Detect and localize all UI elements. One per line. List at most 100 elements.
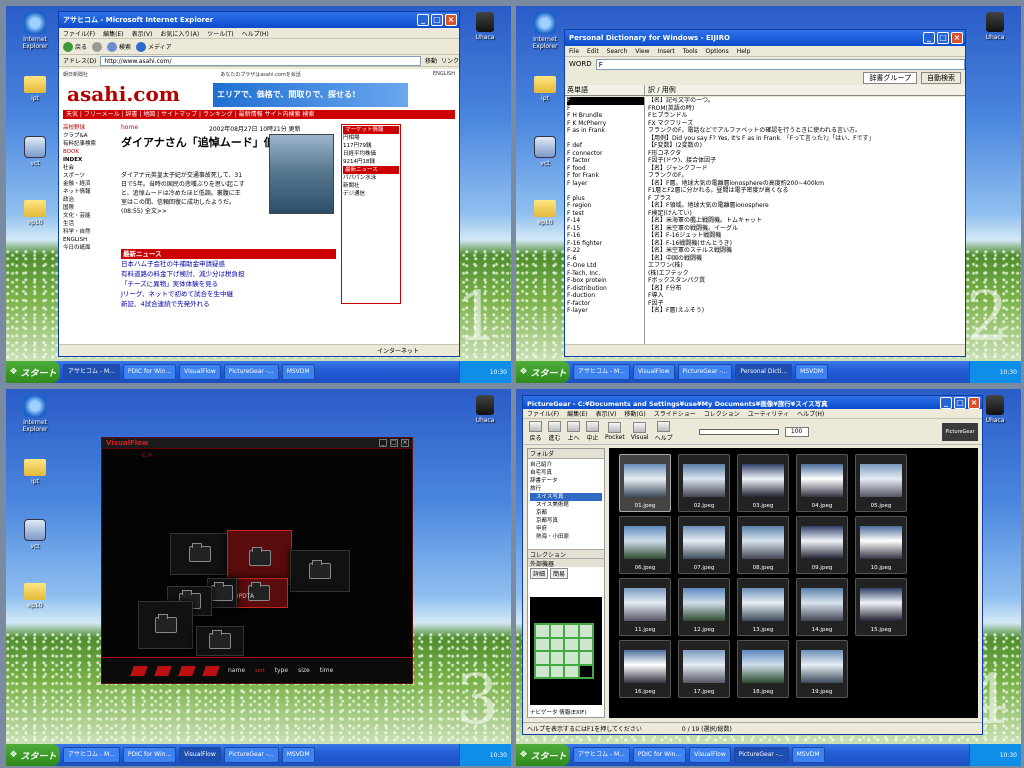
desktop-icon-ep10[interactable]: ep10 [12,200,58,260]
folder-item[interactable]: 自宅写真 [530,469,602,477]
headword-entry[interactable]: F plus [567,195,644,203]
left-link[interactable]: 高校野球 [63,124,115,132]
desktop-icon-ie[interactable]: Internet Explorer [12,395,58,455]
grid-icon[interactable] [178,665,196,676]
maximize-button[interactable]: □ [390,439,398,447]
close-button[interactable]: × [401,439,409,447]
desktop-icon-ipt[interactable]: ipt [12,459,58,519]
folder-node[interactable] [138,601,193,649]
headword-entry[interactable]: F K McPherry [567,120,644,128]
menu-tools[interactable]: Tools [683,48,698,55]
headword-entry[interactable]: F-6 [567,255,644,263]
thumbnail[interactable]: 09.jpeg [796,516,848,574]
go-button[interactable]: 移動 [425,56,437,65]
thumbnail[interactable]: 01.jpeg [619,454,671,512]
headword-entry[interactable]: F-22 [567,247,644,255]
desktop-icon-ie[interactable]: Internet Explorer [522,12,568,72]
left-link[interactable]: 国際 [63,204,115,212]
minimize-button[interactable]: _ [923,32,935,44]
headword-entry[interactable]: F-16 fighter [567,240,644,248]
menu-insert[interactable]: Insert [658,48,675,55]
menu-help[interactable]: ヘルプ(H) [242,29,269,38]
word-input[interactable]: F [595,58,965,70]
menu-edit[interactable]: 編集(E) [103,29,123,38]
menu-favorites[interactable]: お気に入り(A) [160,29,199,38]
news-item[interactable]: 有料道路の料金下げ検討、減少分は税負担 [121,269,336,279]
left-link[interactable]: スポーツ [63,172,115,180]
thumbnail[interactable]: 10.jpeg [855,516,907,574]
taskbar-item[interactable]: PDIC for Win... [122,364,177,380]
tab-simple[interactable]: 簡易 [550,568,569,579]
left-link[interactable]: 金融・経済 [63,180,115,188]
headword-entry[interactable] [567,135,644,143]
layout-icon[interactable] [154,665,172,676]
thumbnail[interactable]: 14.jpeg [796,578,848,636]
thumbnail[interactable]: 18.jpeg [737,640,789,698]
headword-entry[interactable]: F region [567,202,644,210]
taskbar-item[interactable]: VisualFlow [179,364,221,380]
folder-item[interactable]: 旅行 [530,485,602,493]
tab-details[interactable]: 詳細 [530,568,549,579]
headword-entry[interactable]: F for Frank [567,172,644,180]
collection-button[interactable]: コレクション [528,549,604,559]
left-link[interactable]: ネット情報 [63,188,115,196]
folder-item[interactable]: 熱海・小田原 [530,533,602,541]
ie-titlebar[interactable]: アサヒコム - Microsoft Internet Explorer _ □ × [59,12,459,28]
thumbnail-size-slider[interactable] [698,428,779,435]
desktop-icon-ep10[interactable]: ep10 [12,583,58,643]
left-link[interactable]: 生活 [63,220,115,228]
menu-help[interactable]: ヘルプ(H) [797,409,824,418]
menu-view[interactable]: View [635,48,649,55]
taskbar-item[interactable]: PDIC for Win... [632,747,687,763]
headword-entry[interactable]: F [567,105,644,113]
folder-item[interactable]: 自己紹介 [530,461,602,469]
back-button[interactable]: 戻る [63,41,87,52]
maximize-button[interactable]: □ [431,14,443,26]
headword-entry[interactable]: F connector [567,150,644,158]
taskbar-item[interactable]: MSVDM [281,364,315,380]
forward-button[interactable]: 進む [548,421,561,442]
tab-navigator[interactable]: ナビゲータ [530,710,558,716]
left-link[interactable]: クラブ&A [63,132,115,140]
maximize-button[interactable]: □ [937,32,949,44]
help-button[interactable]: ヘルプ [655,421,673,442]
taskbar-item[interactable]: MSVDM [791,747,825,763]
thumbnail[interactable]: 06.jpeg [619,516,671,574]
menu-slideshow[interactable]: スライドショー [654,409,696,418]
start-button[interactable]: ❖ スタート [516,361,570,383]
folder-item-selected[interactable]: スイス写真 [530,493,602,501]
left-link[interactable]: 科学・自然 [63,228,115,236]
left-link[interactable]: 今日の紙面 [63,244,115,252]
folder-node[interactable] [196,626,244,656]
minimize-button[interactable]: _ [940,396,952,409]
sort-arrow-icon[interactable] [202,665,220,676]
thumbnail[interactable]: 17.jpeg [678,640,730,698]
minimize-button[interactable]: _ [417,14,429,26]
news-item[interactable]: Jリーグ、ネットで初めて試合を生中継 [121,289,336,299]
taskbar-item[interactable]: PictureGear -... [223,364,279,380]
headword-entry[interactable]: F as in Frank [567,127,644,135]
news-item[interactable]: 新証、4試合連続で先発外れる [121,299,336,309]
headword-entry[interactable]: F-factor [567,300,644,308]
menu-view[interactable]: 表示(V) [132,29,153,38]
headword-entry[interactable]: F-16 [567,232,644,240]
headword-entry[interactable]: F [567,97,644,105]
asahi-logo[interactable]: asahi.com [67,82,180,106]
thumbnail[interactable]: 12.jpeg [678,578,730,636]
headword-entry[interactable]: F-One Ltd [567,262,644,270]
thumbnail[interactable]: 13.jpeg [737,578,789,636]
folder-node-selected[interactable] [227,530,292,585]
news-item[interactable]: 日本ハム子会社の牛補助金申請疑惑 [121,259,336,269]
left-link[interactable]: 文化・芸能 [63,212,115,220]
headword-entry[interactable]: F layer [567,180,644,188]
taskbar-item[interactable]: PictureGear -... [223,747,279,763]
folder-item[interactable]: 甲府 [530,525,602,533]
headword-entry[interactable]: F-duction [567,292,644,300]
start-button[interactable]: ❖ スタート [516,744,570,766]
sort-name-button[interactable]: name [228,667,245,674]
menu-options[interactable]: Options [706,48,729,55]
news-photo[interactable] [269,134,334,214]
menu-edit[interactable]: 編集(E) [567,409,587,418]
desktop-icon-uhaca[interactable]: Uhaca [975,12,1015,41]
external-device-button[interactable]: 外部機器 [528,558,604,568]
